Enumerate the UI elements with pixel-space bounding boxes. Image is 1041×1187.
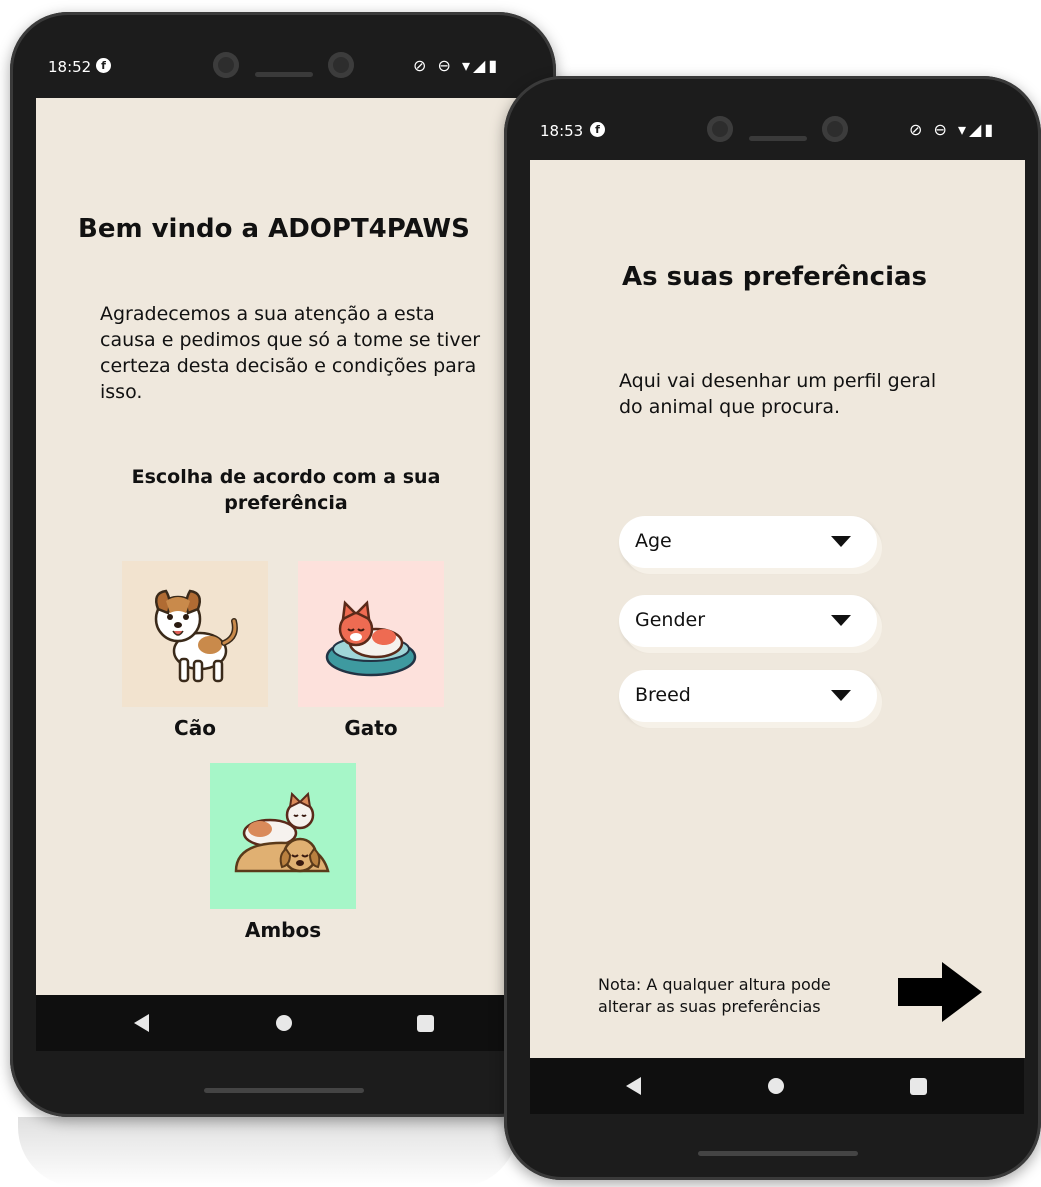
system-status-icons: ⊘ ⊖ ▾◢▮ <box>413 56 501 75</box>
gender-dropdown-label: Gender <box>635 609 706 631</box>
dog-icon <box>154 589 238 683</box>
intro-text: Aqui vai desenhar um perfil geral do ani… <box>619 370 937 418</box>
breed-dropdown-label: Breed <box>635 684 691 706</box>
front-camera-left <box>707 116 733 142</box>
dog-and-cat-icon <box>234 791 330 873</box>
earpiece-speaker <box>255 72 313 77</box>
front-camera-right <box>822 116 848 142</box>
nav-back-icon[interactable] <box>626 1077 641 1095</box>
option-card-both[interactable] <box>210 763 356 909</box>
caret-down-icon <box>831 536 851 547</box>
front-camera-left <box>213 52 239 78</box>
right-arrow-icon[interactable] <box>896 960 984 1024</box>
app-notification-icon: f <box>96 58 111 73</box>
welcome-screen: Bem vindo a ADOPT4PAWS Agradecemos a sua… <box>36 98 530 995</box>
age-dropdown[interactable]: Age <box>619 516 877 568</box>
intro-text: Agradecemos a sua atenção a esta causa e… <box>100 303 481 403</box>
option-card-dog[interactable] <box>122 561 268 707</box>
navigation-bar <box>530 1058 1024 1114</box>
front-camera-right <box>328 52 354 78</box>
preferences-note: Nota: A qualquer altura pode alterar as … <box>598 975 831 1016</box>
option-label-both: Ambos <box>244 918 322 942</box>
breed-dropdown[interactable]: Breed <box>619 670 877 722</box>
preferences-screen: As suas preferências Aqui vai desenhar u… <box>530 160 1025 1058</box>
phone-welcome: 18:52 f ⊘ ⊖ ▾◢▮ Bem vindo a ADOPT4PAWS A… <box>10 12 556 1117</box>
nav-home-icon[interactable] <box>276 1015 292 1031</box>
choose-heading: Escolha de acordo com a sua preferência <box>131 466 441 514</box>
caret-down-icon <box>831 615 851 626</box>
phone-preferences: 18:53 f ⊘ ⊖ ▾◢▮ As suas preferências Aqu… <box>504 76 1041 1180</box>
age-dropdown-label: Age <box>635 530 672 552</box>
status-bar: 18:53 f ⊘ ⊖ ▾◢▮ <box>504 76 1041 162</box>
nav-recents-icon[interactable] <box>910 1078 927 1095</box>
option-card-cat[interactable] <box>298 561 444 707</box>
page-title: As suas preferências <box>622 262 928 292</box>
bottom-speaker-grill <box>204 1088 364 1093</box>
earpiece-speaker <box>749 136 807 141</box>
phone-reflection <box>18 1117 518 1187</box>
page-title: Bem vindo a ADOPT4PAWS <box>78 214 470 244</box>
cat-icon <box>325 600 417 677</box>
option-label-cat: Gato <box>344 716 398 740</box>
bottom-speaker-grill <box>698 1151 858 1156</box>
status-time: 18:52 <box>48 58 92 76</box>
caret-down-icon <box>831 690 851 701</box>
status-bar: 18:52 f ⊘ ⊖ ▾◢▮ <box>10 12 556 98</box>
nav-recents-icon[interactable] <box>417 1015 434 1032</box>
nav-back-icon[interactable] <box>134 1014 149 1032</box>
option-label-dog: Cão <box>174 716 216 740</box>
gender-dropdown[interactable]: Gender <box>619 595 877 647</box>
app-notification-icon: f <box>590 122 605 137</box>
status-time: 18:53 <box>540 122 584 140</box>
system-status-icons: ⊘ ⊖ ▾◢▮ <box>909 120 997 139</box>
nav-home-icon[interactable] <box>768 1078 784 1094</box>
navigation-bar <box>36 995 530 1051</box>
